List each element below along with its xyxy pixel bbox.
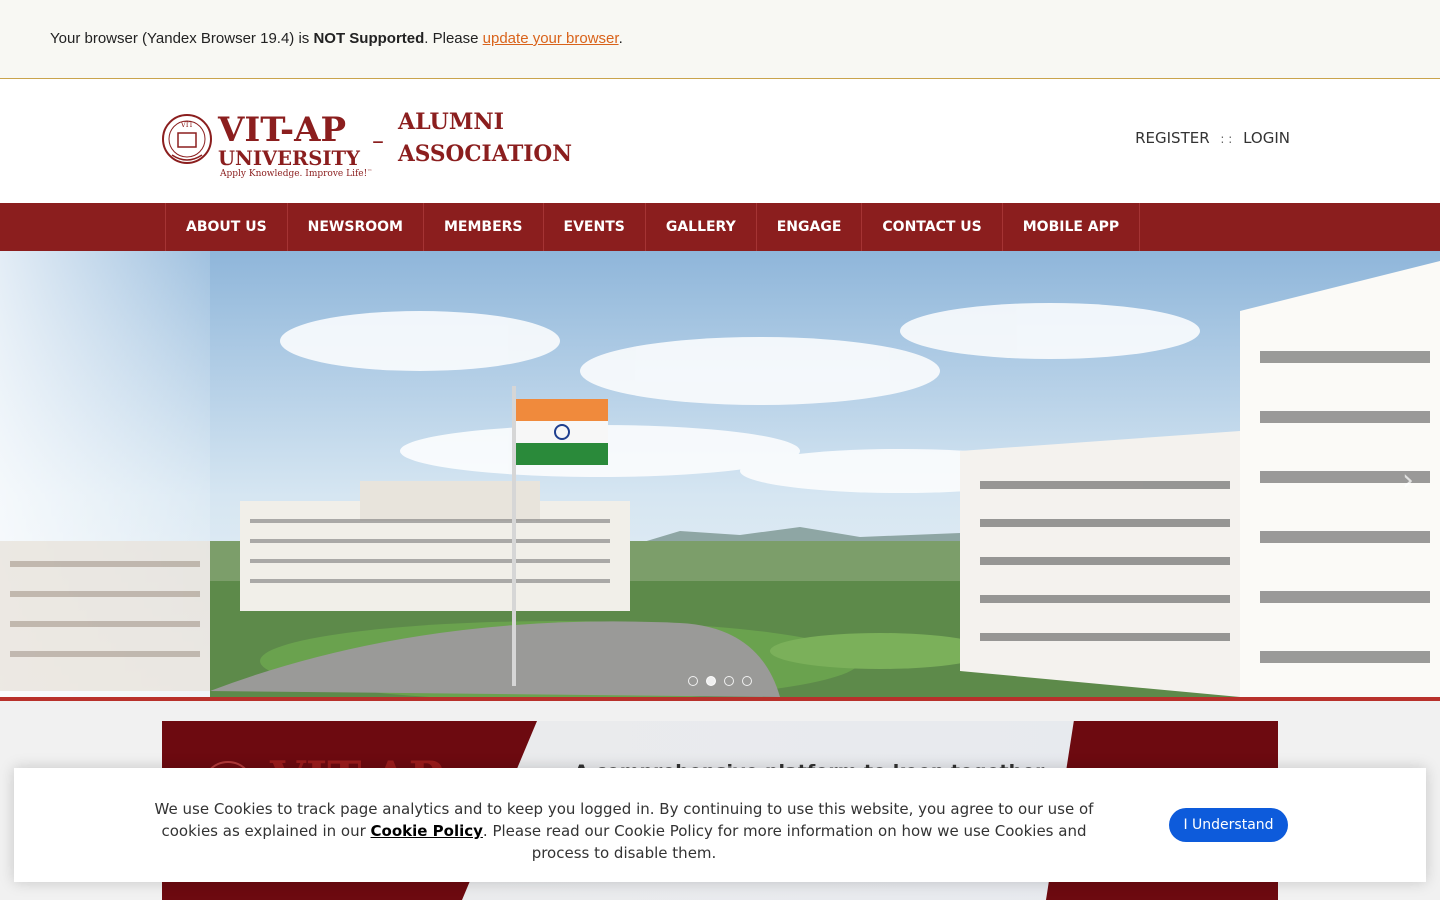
slider-dot-4[interactable] [742, 676, 752, 686]
logo-brand: VIT-AP [217, 110, 346, 150]
cookie-text-after: . Please read our Cookie Policy for more… [482, 822, 1087, 862]
browser-warning-message: Your browser (Yandex Browser 19.4) is NO… [50, 30, 623, 47]
browser-warning-prefix: Your browser (Yandex Browser 19.4) is [50, 30, 314, 47]
logo-alumni: ALUMNI [397, 109, 504, 135]
browser-warning-bar: Your browser (Yandex Browser 19.4) is NO… [0, 0, 1440, 79]
auth-separator: : : [1220, 132, 1233, 146]
slider-dot-2[interactable] [706, 676, 716, 686]
left-side-building [0, 251, 210, 697]
browser-warning-suffix: . [618, 30, 623, 47]
main-navigation: ABOUT US NEWSROOM MEMBERS EVENTS GALLERY… [0, 203, 1440, 251]
nav-item-engage[interactable]: ENGAGE [757, 203, 863, 251]
nav-item-events[interactable]: EVENTS [544, 203, 646, 251]
logo-university: UNIVERSITY [218, 146, 361, 170]
campus-photo [0, 251, 1440, 697]
university-seal-icon: VIT [162, 114, 212, 164]
nav-item-contact-us[interactable]: CONTACT US [862, 203, 1003, 251]
login-link[interactable]: LOGIN [1243, 129, 1290, 147]
cookie-message: We use Cookies to track page analytics a… [144, 798, 1104, 864]
site-header: VIT VIT-AP UNIVERSITY Apply Knowledge. I… [0, 79, 1440, 203]
nav-item-mobile-app[interactable]: MOBILE APP [1003, 203, 1141, 251]
logo-association: ASSOCIATION [397, 141, 572, 167]
slider-dot-3[interactable] [724, 676, 734, 686]
nav-list: ABOUT US NEWSROOM MEMBERS EVENTS GALLERY… [165, 203, 1141, 251]
nav-item-about-us[interactable]: ABOUT US [166, 203, 288, 251]
logo-dash: – [372, 127, 384, 155]
browser-warning-bold: NOT Supported [313, 30, 425, 47]
i-understand-button[interactable]: I Understand [1169, 808, 1288, 842]
cookie-policy-link[interactable]: Cookie Policy [371, 822, 483, 840]
hero-slider[interactable]: › [0, 251, 1440, 697]
slider-dots [688, 676, 752, 686]
logo-tagline: Apply Knowledge. Improve Life!™ [219, 169, 372, 179]
update-browser-link[interactable]: update your browser [483, 30, 619, 47]
logo-trademark: ™ [367, 169, 372, 175]
slider-dot-1[interactable] [688, 676, 698, 686]
chevron-right-icon[interactable]: › [1402, 463, 1414, 498]
nav-item-members[interactable]: MEMBERS [424, 203, 544, 251]
nav-item-newsroom[interactable]: NEWSROOM [288, 203, 424, 251]
register-link[interactable]: REGISTER [1135, 129, 1210, 147]
logo-tagline-text: Apply Knowledge. Improve Life! [219, 169, 367, 179]
nav-item-gallery[interactable]: GALLERY [646, 203, 757, 251]
vit-ap-alumni-logo[interactable]: VIT VIT-AP UNIVERSITY Apply Knowledge. I… [160, 105, 580, 181]
logo-graphic: VIT VIT-AP UNIVERSITY Apply Knowledge. I… [162, 109, 572, 179]
browser-warning-middle: . Please [424, 30, 483, 47]
cookie-banner: We use Cookies to track page analytics a… [14, 768, 1426, 882]
auth-links: REGISTER : : LOGIN [1135, 129, 1290, 147]
seal-text: VIT [180, 121, 194, 129]
